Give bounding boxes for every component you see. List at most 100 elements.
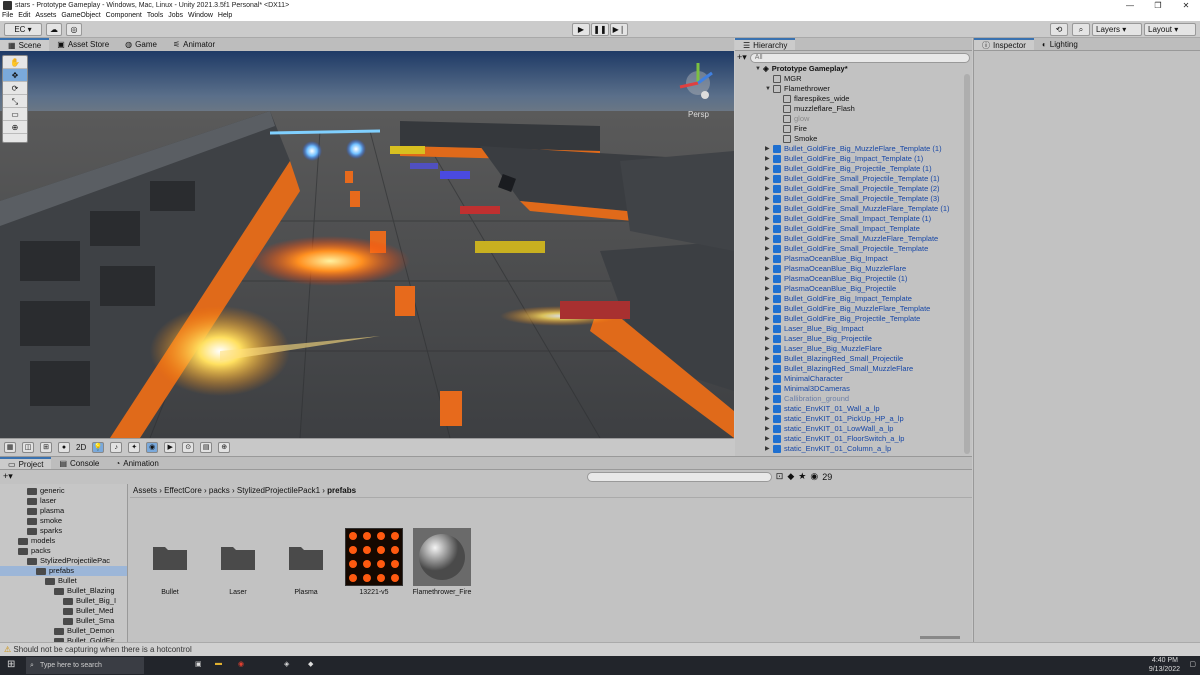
shading-icon[interactable]: ● <box>58 442 70 453</box>
tree-item[interactable]: packs <box>0 546 127 556</box>
menu-component[interactable]: Component <box>106 11 142 21</box>
rotate-tool-icon[interactable]: ⟳ <box>3 82 27 95</box>
global-icon[interactable]: ◫ <box>22 442 34 453</box>
expand-arrow-icon[interactable]: ▶ <box>765 184 773 194</box>
expand-arrow-icon[interactable]: ▶ <box>765 364 773 374</box>
expand-arrow-icon[interactable]: ▶ <box>765 234 773 244</box>
tree-item[interactable]: Bullet_Demon <box>0 626 127 636</box>
hierarchy-item[interactable]: ▶ static_EnvKIT_01_Column_a_lp <box>765 444 891 454</box>
hierarchy-item[interactable]: ▶ Bullet_GoldFire_Small_Projectile_Templa… <box>765 184 940 194</box>
tab-project[interactable]: ▭ Project <box>0 457 52 469</box>
unity-editor-icon[interactable]: ◆ <box>308 660 313 668</box>
tab-lighting[interactable]: ◐ Lighting <box>1034 38 1086 50</box>
hierarchy-item[interactable]: ▶ Laser_Blue_Big_Projectile <box>765 334 872 344</box>
expand-arrow-icon[interactable]: ▼ <box>765 84 773 94</box>
hierarchy-search-input[interactable] <box>749 52 970 63</box>
hierarchy-item[interactable]: ▶ Minimal3DCameras <box>765 384 850 394</box>
breadcrumb-item[interactable]: StylizedProjectilePack1 <box>237 486 320 495</box>
play-button[interactable]: ▶ <box>572 23 590 36</box>
globe-icon[interactable]: ⊕ <box>218 442 231 453</box>
hierarchy-item[interactable]: ▶ PlasmaOceanBlue_Big_Impact <box>765 254 888 264</box>
tree-item[interactable]: laser <box>0 496 127 506</box>
snap-icon[interactable]: ⊞ <box>40 442 52 453</box>
hierarchy-item[interactable]: ▼ Flamethrower <box>765 84 830 94</box>
hierarchy-item[interactable]: ▶ Laser_Blue_Big_Impact <box>765 324 864 334</box>
hidden-objects-icon[interactable]: ◉ <box>146 442 159 453</box>
tree-item[interactable]: Bullet_Med <box>0 606 127 616</box>
icon-size-slider[interactable] <box>920 636 960 639</box>
expand-arrow-icon[interactable]: ▶ <box>765 414 773 424</box>
tree-item[interactable]: generic <box>0 486 127 496</box>
tree-item[interactable]: Bullet_Big_I <box>0 596 127 606</box>
hierarchy-item[interactable]: MGR <box>765 74 802 84</box>
hierarchy-item[interactable]: ▶ Bullet_GoldFire_Small_Impact_Template <box>765 224 920 234</box>
expand-arrow-icon[interactable]: ▶ <box>765 354 773 364</box>
label-icon[interactable]: ◆ <box>787 471 794 482</box>
expand-arrow-icon[interactable]: ▶ <box>765 434 773 444</box>
asset-item[interactable]: 13221-v5 <box>344 528 404 596</box>
hierarchy-item[interactable]: ▶ Bullet_GoldFire_Big_MuzzleFlare_Templat… <box>765 144 942 154</box>
hierarchy-item[interactable]: Fire <box>775 124 807 134</box>
expand-arrow-icon[interactable]: ▶ <box>765 154 773 164</box>
expand-arrow-icon[interactable]: ▶ <box>765 254 773 264</box>
scale-tool-icon[interactable]: ⤡ <box>3 95 27 108</box>
menu-assets[interactable]: Assets <box>35 11 56 21</box>
tab-scene[interactable]: ▦ Scene <box>0 38 50 51</box>
asset-item[interactable]: Plasma <box>276 528 336 596</box>
hierarchy-item[interactable]: Smoke <box>775 134 817 144</box>
expand-arrow-icon[interactable]: ▶ <box>765 274 773 284</box>
hierarchy-scrollbar[interactable] <box>964 74 970 454</box>
breadcrumb-item[interactable]: EffectCore <box>164 486 202 495</box>
expand-arrow-icon[interactable]: ▶ <box>765 294 773 304</box>
tab-hierarchy[interactable]: ☰ Hierarchy <box>735 38 796 50</box>
asset-item[interactable]: Bullet <box>140 528 200 596</box>
pivot-icon[interactable]: ▦ <box>4 442 16 453</box>
hierarchy-item[interactable]: ▶ static_EnvKIT_01_Wall_a_lp <box>765 404 880 414</box>
hierarchy-item[interactable]: ▶ Bullet_GoldFire_Small_MuzzleFlare_Templ… <box>765 234 938 244</box>
hierarchy-item[interactable]: ▶ Bullet_BlazingRed_Small_Projectile <box>765 354 903 364</box>
visibility-icon[interactable]: ◉ <box>810 471 818 482</box>
taskbar-search[interactable]: ⌕ Type here to search <box>26 657 144 674</box>
task-view-icon[interactable]: ▣ <box>195 660 202 668</box>
file-explorer-icon[interactable]: ▬ <box>215 660 222 667</box>
hierarchy-item[interactable]: flarespikes_wide <box>775 94 849 104</box>
account-dropdown[interactable]: EC ▾ <box>4 23 42 36</box>
cloud-icon[interactable]: ☁ <box>46 23 62 36</box>
tree-item[interactable]: smoke <box>0 516 127 526</box>
history-icon[interactable]: ⟲ <box>1050 23 1068 36</box>
layout-dropdown[interactable]: Layout ▾ <box>1144 23 1196 36</box>
tree-item[interactable]: models <box>0 536 127 546</box>
expand-arrow-icon[interactable]: ▶ <box>765 214 773 224</box>
unity-hub-icon[interactable]: ◈ <box>284 660 289 668</box>
menu-help[interactable]: Help <box>218 11 232 21</box>
minimize-button[interactable]: — <box>1116 0 1144 11</box>
favorite-icon[interactable]: ★ <box>798 471 806 482</box>
hierarchy-item[interactable]: ▶ PlasmaOceanBlue_Big_Projectile <box>765 284 896 294</box>
hierarchy-item[interactable]: ▶ static_EnvKIT_01_LowWall_a_lp <box>765 424 893 434</box>
expand-arrow-icon[interactable]: ▶ <box>765 314 773 324</box>
notification-icon[interactable]: ▢ <box>1189 660 1196 668</box>
gizmos-icon[interactable]: ⊙ <box>182 442 195 453</box>
hierarchy-item[interactable]: muzzleflare_Flash <box>775 104 855 114</box>
tree-item[interactable]: Bullet_Sma <box>0 616 127 626</box>
hierarchy-item[interactable]: ▶ static_EnvKIT_01_PickUp_HP_a_lp <box>765 414 904 424</box>
tree-item[interactable]: plasma <box>0 506 127 516</box>
hierarchy-item[interactable]: ▶ Bullet_GoldFire_Big_Impact_Template <box>765 294 912 304</box>
hierarchy-item[interactable]: ▶ Bullet_BlazingRed_Small_MuzzleFlare <box>765 364 913 374</box>
lighting-icon[interactable]: 💡 <box>92 442 105 453</box>
move-tool-icon[interactable]: ✥ <box>3 69 27 82</box>
expand-arrow-icon[interactable]: ▶ <box>765 404 773 414</box>
tree-item[interactable]: StylizedProjectilePac <box>0 556 127 566</box>
tab-game[interactable]: ◍ Game <box>117 38 165 51</box>
hierarchy-item[interactable]: ▶ Bullet_GoldFire_Big_Projectile_Template… <box>765 164 932 174</box>
expand-arrow-icon[interactable]: ▶ <box>765 264 773 274</box>
windows-start-icon[interactable]: ⊞ <box>7 659 15 670</box>
breadcrumb-item[interactable]: packs <box>209 486 230 495</box>
menu-gameobject[interactable]: GameObject <box>61 11 100 21</box>
hierarchy-item[interactable]: ▶ Bullet_GoldFire_Small_Projectile_Templa… <box>765 194 940 204</box>
expand-arrow-icon[interactable]: ▶ <box>765 284 773 294</box>
expand-arrow-icon[interactable]: ▶ <box>765 204 773 214</box>
tab-animation[interactable]: ◔ Animation <box>107 457 166 469</box>
effects-icon[interactable]: ✦ <box>128 442 141 453</box>
audio-icon[interactable]: ♪ <box>110 442 123 453</box>
